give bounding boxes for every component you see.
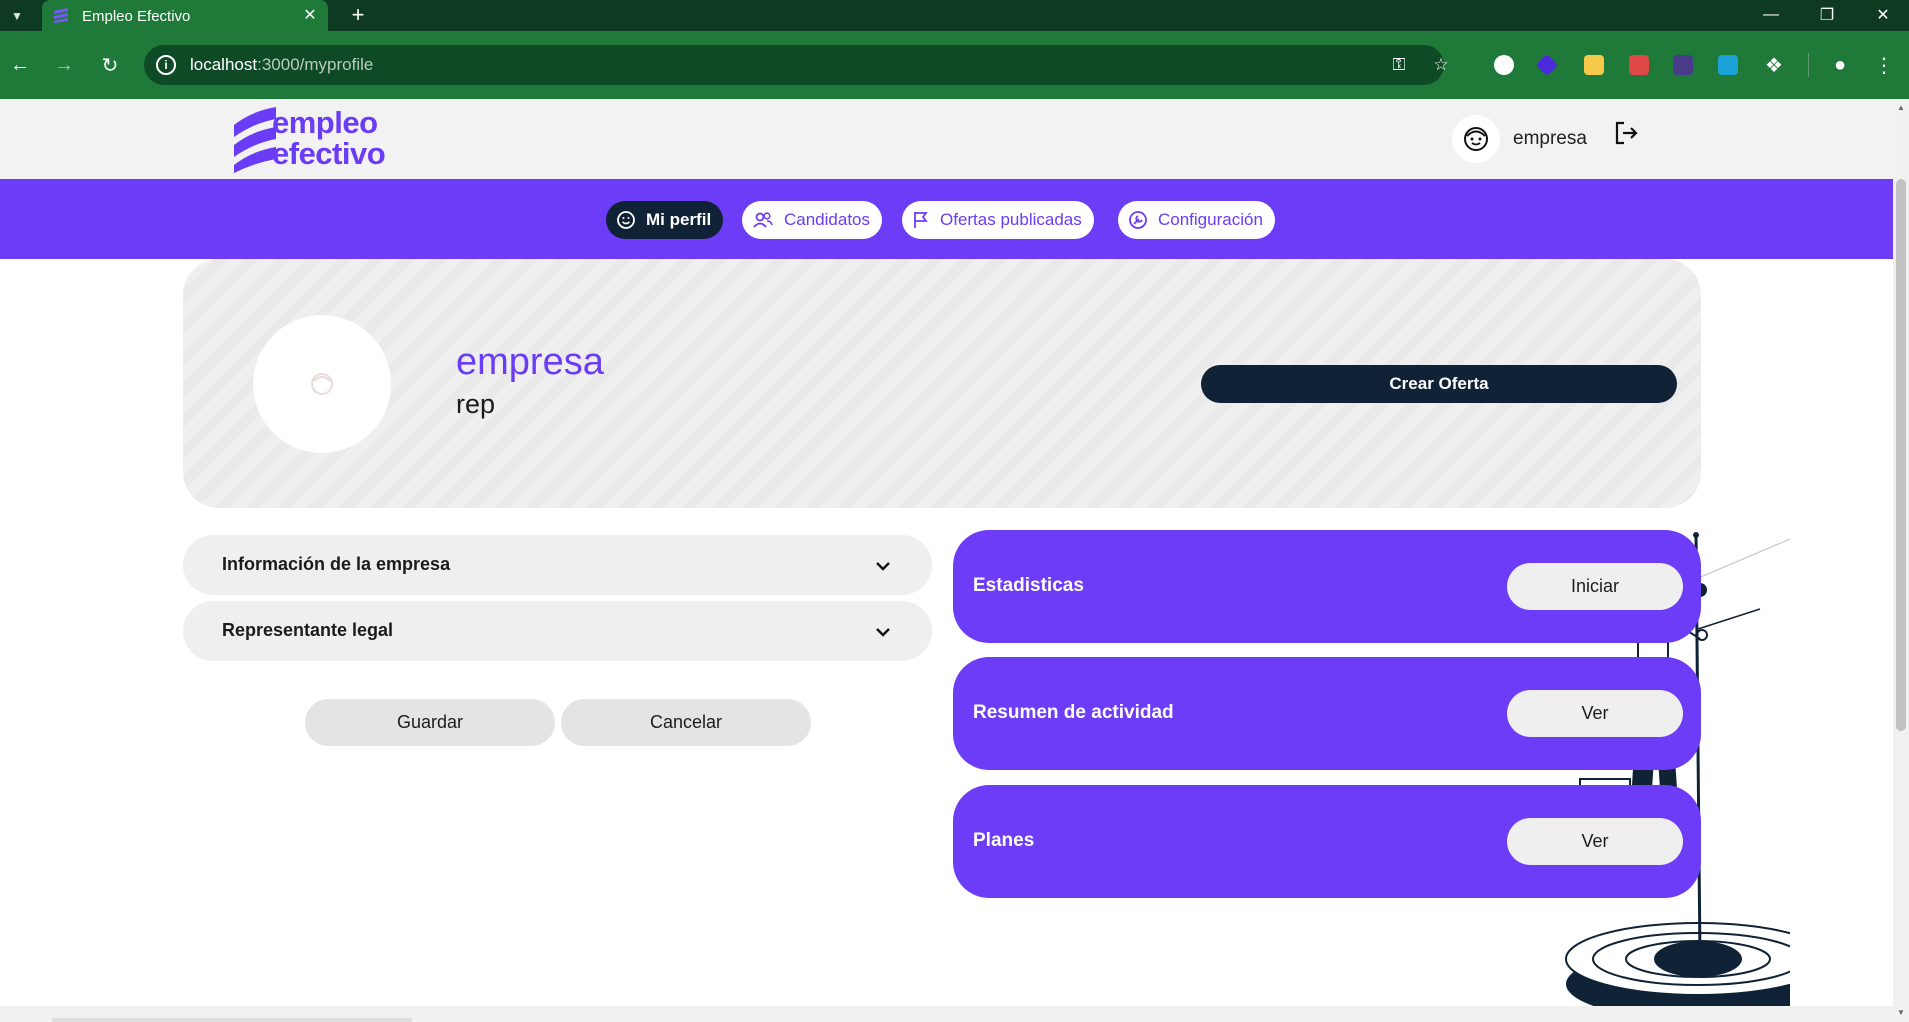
new-tab-icon[interactable]: +: [346, 2, 370, 27]
chevron-down-icon: [876, 628, 890, 637]
guardar-button[interactable]: Guardar: [305, 699, 555, 746]
site-header: empleo efectivo empresa: [0, 99, 1893, 179]
nav-label: Mi perfil: [646, 210, 712, 229]
window-close-icon[interactable]: ✕: [1868, 4, 1898, 26]
profile-icon[interactable]: ●: [1826, 51, 1854, 79]
logo-line-2: efectivo: [272, 136, 386, 171]
nav-label: Candidatos: [784, 210, 871, 229]
extensions-puzzle-icon[interactable]: ❖: [1760, 51, 1788, 79]
accordion-label: Representante legal: [222, 620, 394, 640]
header-user-name: empresa: [1513, 128, 1587, 149]
chevron-down-icon: [876, 562, 890, 571]
nav-ofertas-publicadas[interactable]: Ofertas publicadas: [902, 201, 1094, 239]
smiley-face-icon: [1464, 127, 1488, 151]
user-avatar[interactable]: [1452, 115, 1500, 163]
accordion-label: Información de la empresa: [222, 554, 451, 574]
settings-icon: [1129, 211, 1147, 229]
password-key-icon[interactable]: ⚿: [1388, 54, 1410, 76]
smiley-icon: [617, 211, 635, 229]
logo-line-1: empleo: [272, 105, 378, 140]
horizontal-scrollbar[interactable]: [0, 1006, 1893, 1022]
card-resumen-actividad: Resumen de actividad Ver: [953, 657, 1701, 770]
card-label: Estadisticas: [973, 575, 1084, 596]
profile-avatar[interactable]: [253, 315, 391, 453]
extension-1-icon[interactable]: [1494, 55, 1514, 75]
site-info-icon[interactable]: i: [156, 55, 176, 75]
logout-icon[interactable]: [1612, 119, 1640, 147]
logo-text: empleo efectivo: [272, 105, 386, 171]
cancelar-button[interactable]: Cancelar: [561, 699, 811, 746]
site-favicon-icon: [54, 8, 68, 23]
forward-icon[interactable]: →: [50, 51, 78, 79]
extension-4-icon[interactable]: [1629, 55, 1649, 75]
card-estadisticas: Estadisticas Iniciar: [953, 530, 1701, 643]
url-path: :3000/myprofile: [257, 55, 374, 74]
vertical-scroll-thumb[interactable]: [1896, 179, 1906, 731]
accordion-informacion-empresa[interactable]: Información de la empresa: [183, 535, 932, 595]
scroll-up-icon[interactable]: ▲: [1896, 102, 1906, 112]
browser-tab-bar: ▼ Empleo Efectivo ✕ + — ❐ ✕: [0, 0, 1909, 31]
profile-hero: empresa rep Crear Oferta: [183, 259, 1701, 508]
card-label: Planes: [973, 830, 1035, 851]
nav-label: Configuración: [1158, 210, 1263, 229]
restore-icon[interactable]: ❐: [1812, 4, 1842, 26]
extension-6-icon[interactable]: [1718, 55, 1738, 75]
address-bar[interactable]: i localhost:3000/myprofile ⚿ ☆: [144, 45, 1449, 85]
accordion-representante-legal[interactable]: Representante legal: [183, 601, 932, 661]
bookmark-star-icon[interactable]: ☆: [1430, 54, 1452, 76]
minimize-icon[interactable]: —: [1756, 4, 1786, 26]
card-planes: Planes Ver: [953, 785, 1701, 898]
profile-name: empresa: [456, 341, 604, 383]
url-text: localhost:3000/myprofile: [190, 55, 373, 75]
nav-label: Ofertas publicadas: [940, 210, 1082, 229]
flag-icon: [914, 212, 928, 228]
scroll-down-icon[interactable]: ▼: [1896, 1007, 1906, 1017]
avatar-placeholder-icon: [311, 373, 333, 395]
main-nav: Mi perfil Candidatos Ofertas publicadas …: [0, 179, 1893, 259]
browser-toolbar: ← → ↻ i localhost:3000/myprofile ⚿ ☆ ❖ ●…: [0, 31, 1909, 99]
crear-oferta-button[interactable]: Crear Oferta: [1201, 365, 1677, 403]
extension-3-icon[interactable]: [1584, 55, 1604, 75]
horizontal-scroll-thumb[interactable]: [52, 1018, 412, 1022]
back-icon[interactable]: ←: [6, 51, 34, 79]
menu-kebab-icon[interactable]: ⋮: [1870, 51, 1898, 79]
nav-configuracion[interactable]: Configuración: [1118, 201, 1275, 239]
toolbar-separator: [1808, 53, 1809, 77]
url-host: localhost: [190, 55, 258, 74]
page-viewport: empleo efectivo empresa Mi perfil Candid…: [0, 99, 1909, 1022]
nav-mi-perfil[interactable]: Mi perfil: [606, 201, 724, 239]
ver-planes-button[interactable]: Ver: [1507, 818, 1683, 865]
card-label: Resumen de actividad: [973, 702, 1174, 723]
tab-search-chevron-icon[interactable]: ▼: [6, 5, 28, 27]
close-tab-icon[interactable]: ✕: [300, 5, 320, 25]
nav-candidatos[interactable]: Candidatos: [742, 201, 883, 239]
profile-rep: rep: [456, 389, 496, 419]
ver-resumen-button[interactable]: Ver: [1507, 690, 1683, 737]
vertical-scrollbar[interactable]: ▲ ▼: [1893, 99, 1909, 1022]
tab-title: Empleo Efectivo: [82, 8, 191, 25]
browser-tab[interactable]: Empleo Efectivo ✕: [42, 0, 328, 31]
users-icon: [753, 212, 773, 228]
extension-2-icon[interactable]: [1535, 53, 1559, 77]
extension-5-icon[interactable]: [1673, 55, 1693, 75]
iniciar-button[interactable]: Iniciar: [1507, 563, 1683, 610]
reload-icon[interactable]: ↻: [96, 51, 124, 79]
